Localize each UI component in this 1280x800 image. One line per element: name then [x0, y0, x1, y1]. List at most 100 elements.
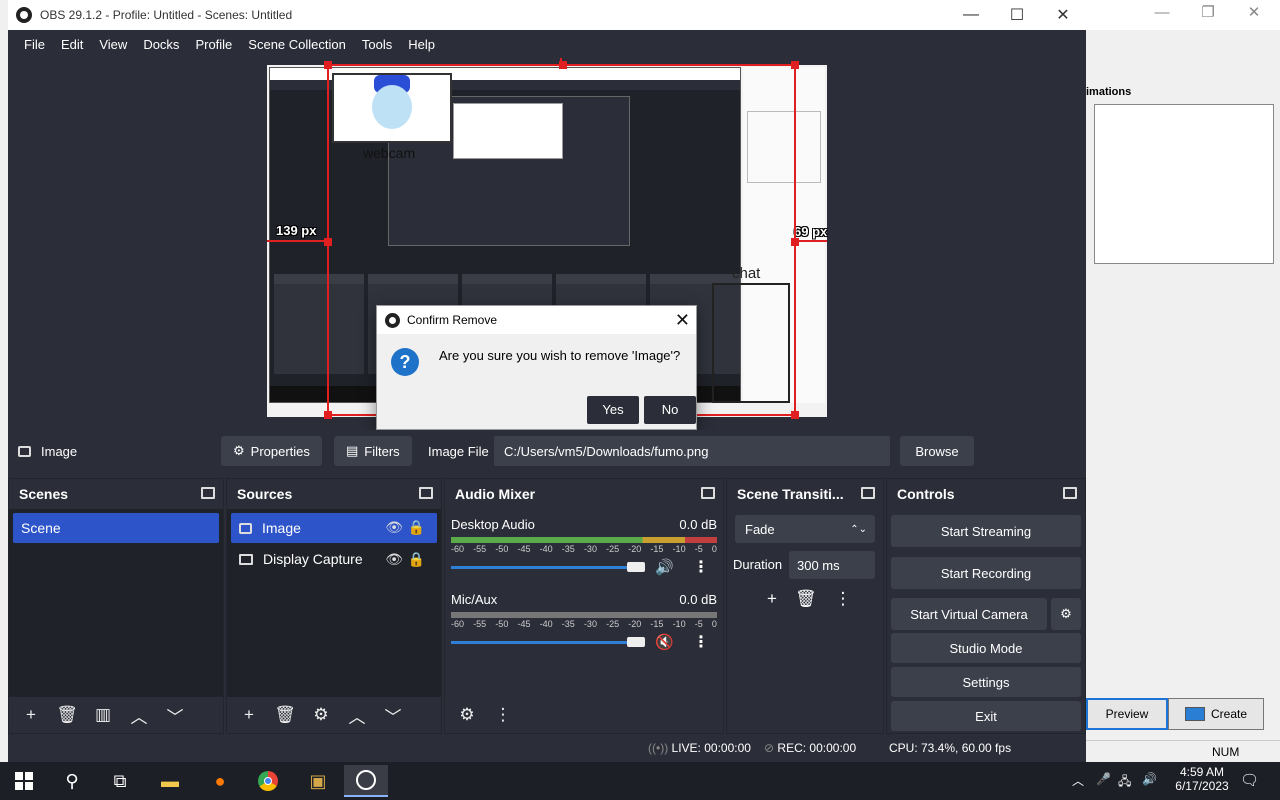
tick: -20: [628, 619, 642, 629]
menu-docks[interactable]: Docks: [135, 37, 187, 52]
windows-start-icon[interactable]: [2, 765, 46, 797]
desktop-audio-volume-slider[interactable]: [451, 562, 645, 572]
speaker-icon[interactable]: 🔊: [655, 558, 674, 576]
obs-taskbar-icon[interactable]: [344, 765, 388, 797]
chrome-icon[interactable]: [246, 765, 290, 797]
more-options-icon[interactable]: ⋮: [693, 557, 709, 577]
background-minimize-icon[interactable]: —: [1142, 2, 1182, 24]
browse-button[interactable]: Browse: [900, 436, 974, 466]
source-item-display-capture[interactable]: Display Capture 👁 🔒: [231, 545, 437, 573]
add-icon[interactable]: +: [237, 703, 261, 727]
tick: -30: [583, 544, 597, 554]
image-file-path[interactable]: C:/Users/vm5/Downloads/fumo.png: [494, 436, 890, 466]
background-close-icon[interactable]: ✕: [1234, 2, 1274, 24]
move-down-icon[interactable]: ﹀: [163, 703, 187, 727]
undock-icon[interactable]: [861, 487, 875, 499]
undock-icon[interactable]: [419, 487, 433, 499]
menu-view[interactable]: View: [91, 37, 135, 52]
scene-item[interactable]: Scene: [13, 513, 219, 543]
muted-speaker-icon[interactable]: 🔇: [655, 633, 674, 651]
start-virtual-camera-button[interactable]: Start Virtual Camera: [891, 598, 1047, 630]
audio-mixer-header: Audio Mixer: [445, 479, 723, 509]
background-create-button[interactable]: Create: [1168, 698, 1264, 730]
start-streaming-button[interactable]: Start Streaming: [891, 515, 1081, 547]
notification-icon[interactable]: 🗨: [1240, 771, 1259, 789]
settings-button[interactable]: Settings: [891, 667, 1081, 697]
undock-icon[interactable]: [1063, 487, 1077, 499]
close-icon[interactable]: ✕: [1040, 0, 1086, 30]
taskbar: ⚲ ⧉ ▬ ● ▣ ︿ 🎤 🖧 🔊 4:59 AM 6/17/2023 🗨: [0, 762, 1280, 800]
more-options-icon[interactable]: ⋮: [693, 632, 709, 652]
start-recording-button[interactable]: Start Recording: [891, 557, 1081, 589]
menu-help[interactable]: Help: [400, 37, 443, 52]
more-options-icon[interactable]: ⋮: [835, 589, 852, 609]
eye-icon[interactable]: 👁: [385, 519, 403, 536]
eye-icon[interactable]: 👁: [385, 551, 403, 568]
resize-handle-t[interactable]: [559, 61, 567, 69]
resize-handle-r[interactable]: [791, 238, 799, 246]
slider-knob[interactable]: [627, 637, 645, 647]
duration-spinbox[interactable]: 300 ms: [789, 551, 875, 579]
title-bar: OBS 29.1.2 - Profile: Untitled - Scenes:…: [8, 0, 1086, 30]
menu-scene-collection[interactable]: Scene Collection: [240, 37, 354, 52]
resize-handle-l[interactable]: [324, 238, 332, 246]
menu-edit[interactable]: Edit: [53, 37, 91, 52]
slider-knob[interactable]: [627, 562, 645, 572]
virtual-camera-settings-button[interactable]: ⚙: [1051, 598, 1081, 630]
studio-mode-button[interactable]: Studio Mode: [891, 633, 1081, 663]
resize-handle-tl[interactable]: [324, 61, 332, 69]
minimize-icon[interactable]: —: [948, 0, 994, 30]
lock-icon[interactable]: 🔒: [408, 519, 425, 536]
transition-select[interactable]: Fade ⌃⌄: [735, 515, 875, 543]
menu-profile[interactable]: Profile: [187, 37, 240, 52]
lock-icon[interactable]: 🔒: [408, 551, 425, 568]
app-icon[interactable]: ▣: [296, 765, 340, 797]
move-down-icon[interactable]: ﹀: [381, 703, 405, 727]
controls-title: Controls: [897, 486, 955, 502]
controls-dock: Controls Start Streaming Start Recording…: [886, 478, 1086, 734]
task-view-icon[interactable]: ⧉: [98, 765, 142, 797]
trash-icon[interactable]: 🗑: [55, 703, 79, 727]
advanced-audio-icon[interactable]: ⚙: [455, 703, 479, 727]
menu-file[interactable]: File: [16, 37, 53, 52]
properties-button[interactable]: ⚙ Properties: [221, 436, 322, 466]
file-explorer-icon[interactable]: ▬: [148, 765, 192, 797]
gear-icon[interactable]: ⚙: [309, 703, 333, 727]
resize-handle-br[interactable]: [791, 411, 799, 419]
add-icon[interactable]: +: [19, 703, 43, 727]
volume-icon[interactable]: 🔊: [1142, 772, 1157, 786]
move-up-icon[interactable]: ︿: [127, 703, 151, 727]
trash-icon[interactable]: 🗑: [273, 703, 297, 727]
trash-icon[interactable]: 🗑: [795, 589, 817, 609]
clock[interactable]: 4:59 AM 6/17/2023: [1172, 765, 1232, 793]
background-restore-icon[interactable]: ❐: [1188, 2, 1228, 24]
background-preview-label: Preview: [1105, 707, 1149, 721]
move-up-icon[interactable]: ︿: [345, 703, 369, 727]
background-create-label: Create: [1210, 707, 1248, 721]
exit-button[interactable]: Exit: [891, 701, 1081, 731]
more-options-icon[interactable]: ⋮: [491, 703, 515, 727]
cpu-status: CPU: 73.4%, 60.00 fps: [889, 741, 1012, 755]
resize-handle-bl[interactable]: [324, 411, 332, 419]
yes-button[interactable]: Yes: [587, 396, 639, 424]
firefox-icon[interactable]: ●: [198, 765, 242, 797]
dialog-close-icon[interactable]: ✕: [675, 310, 690, 331]
microphone-icon[interactable]: 🎤: [1096, 772, 1111, 786]
maximize-icon[interactable]: ☐: [994, 0, 1040, 30]
search-icon[interactable]: ⚲: [50, 765, 94, 797]
mic-aux-volume-slider[interactable]: [451, 637, 645, 647]
no-button[interactable]: No: [644, 396, 696, 424]
resize-handle-tr[interactable]: [791, 61, 799, 69]
add-icon[interactable]: +: [767, 589, 777, 609]
menu-tools[interactable]: Tools: [354, 37, 400, 52]
filter-icon[interactable]: ▥: [91, 703, 115, 727]
source-item-image[interactable]: Image 👁 🔒: [231, 513, 437, 543]
filters-button[interactable]: ▤ Filters: [334, 436, 412, 466]
undock-icon[interactable]: [701, 487, 715, 499]
num-lock-indicator: NUM: [1212, 745, 1240, 759]
clock-date: 6/17/2023: [1175, 779, 1229, 793]
chevron-up-icon[interactable]: ︿: [1072, 772, 1084, 789]
undock-icon[interactable]: [201, 487, 215, 499]
background-preview-button[interactable]: Preview: [1086, 698, 1168, 730]
network-icon[interactable]: 🖧: [1118, 772, 1131, 793]
